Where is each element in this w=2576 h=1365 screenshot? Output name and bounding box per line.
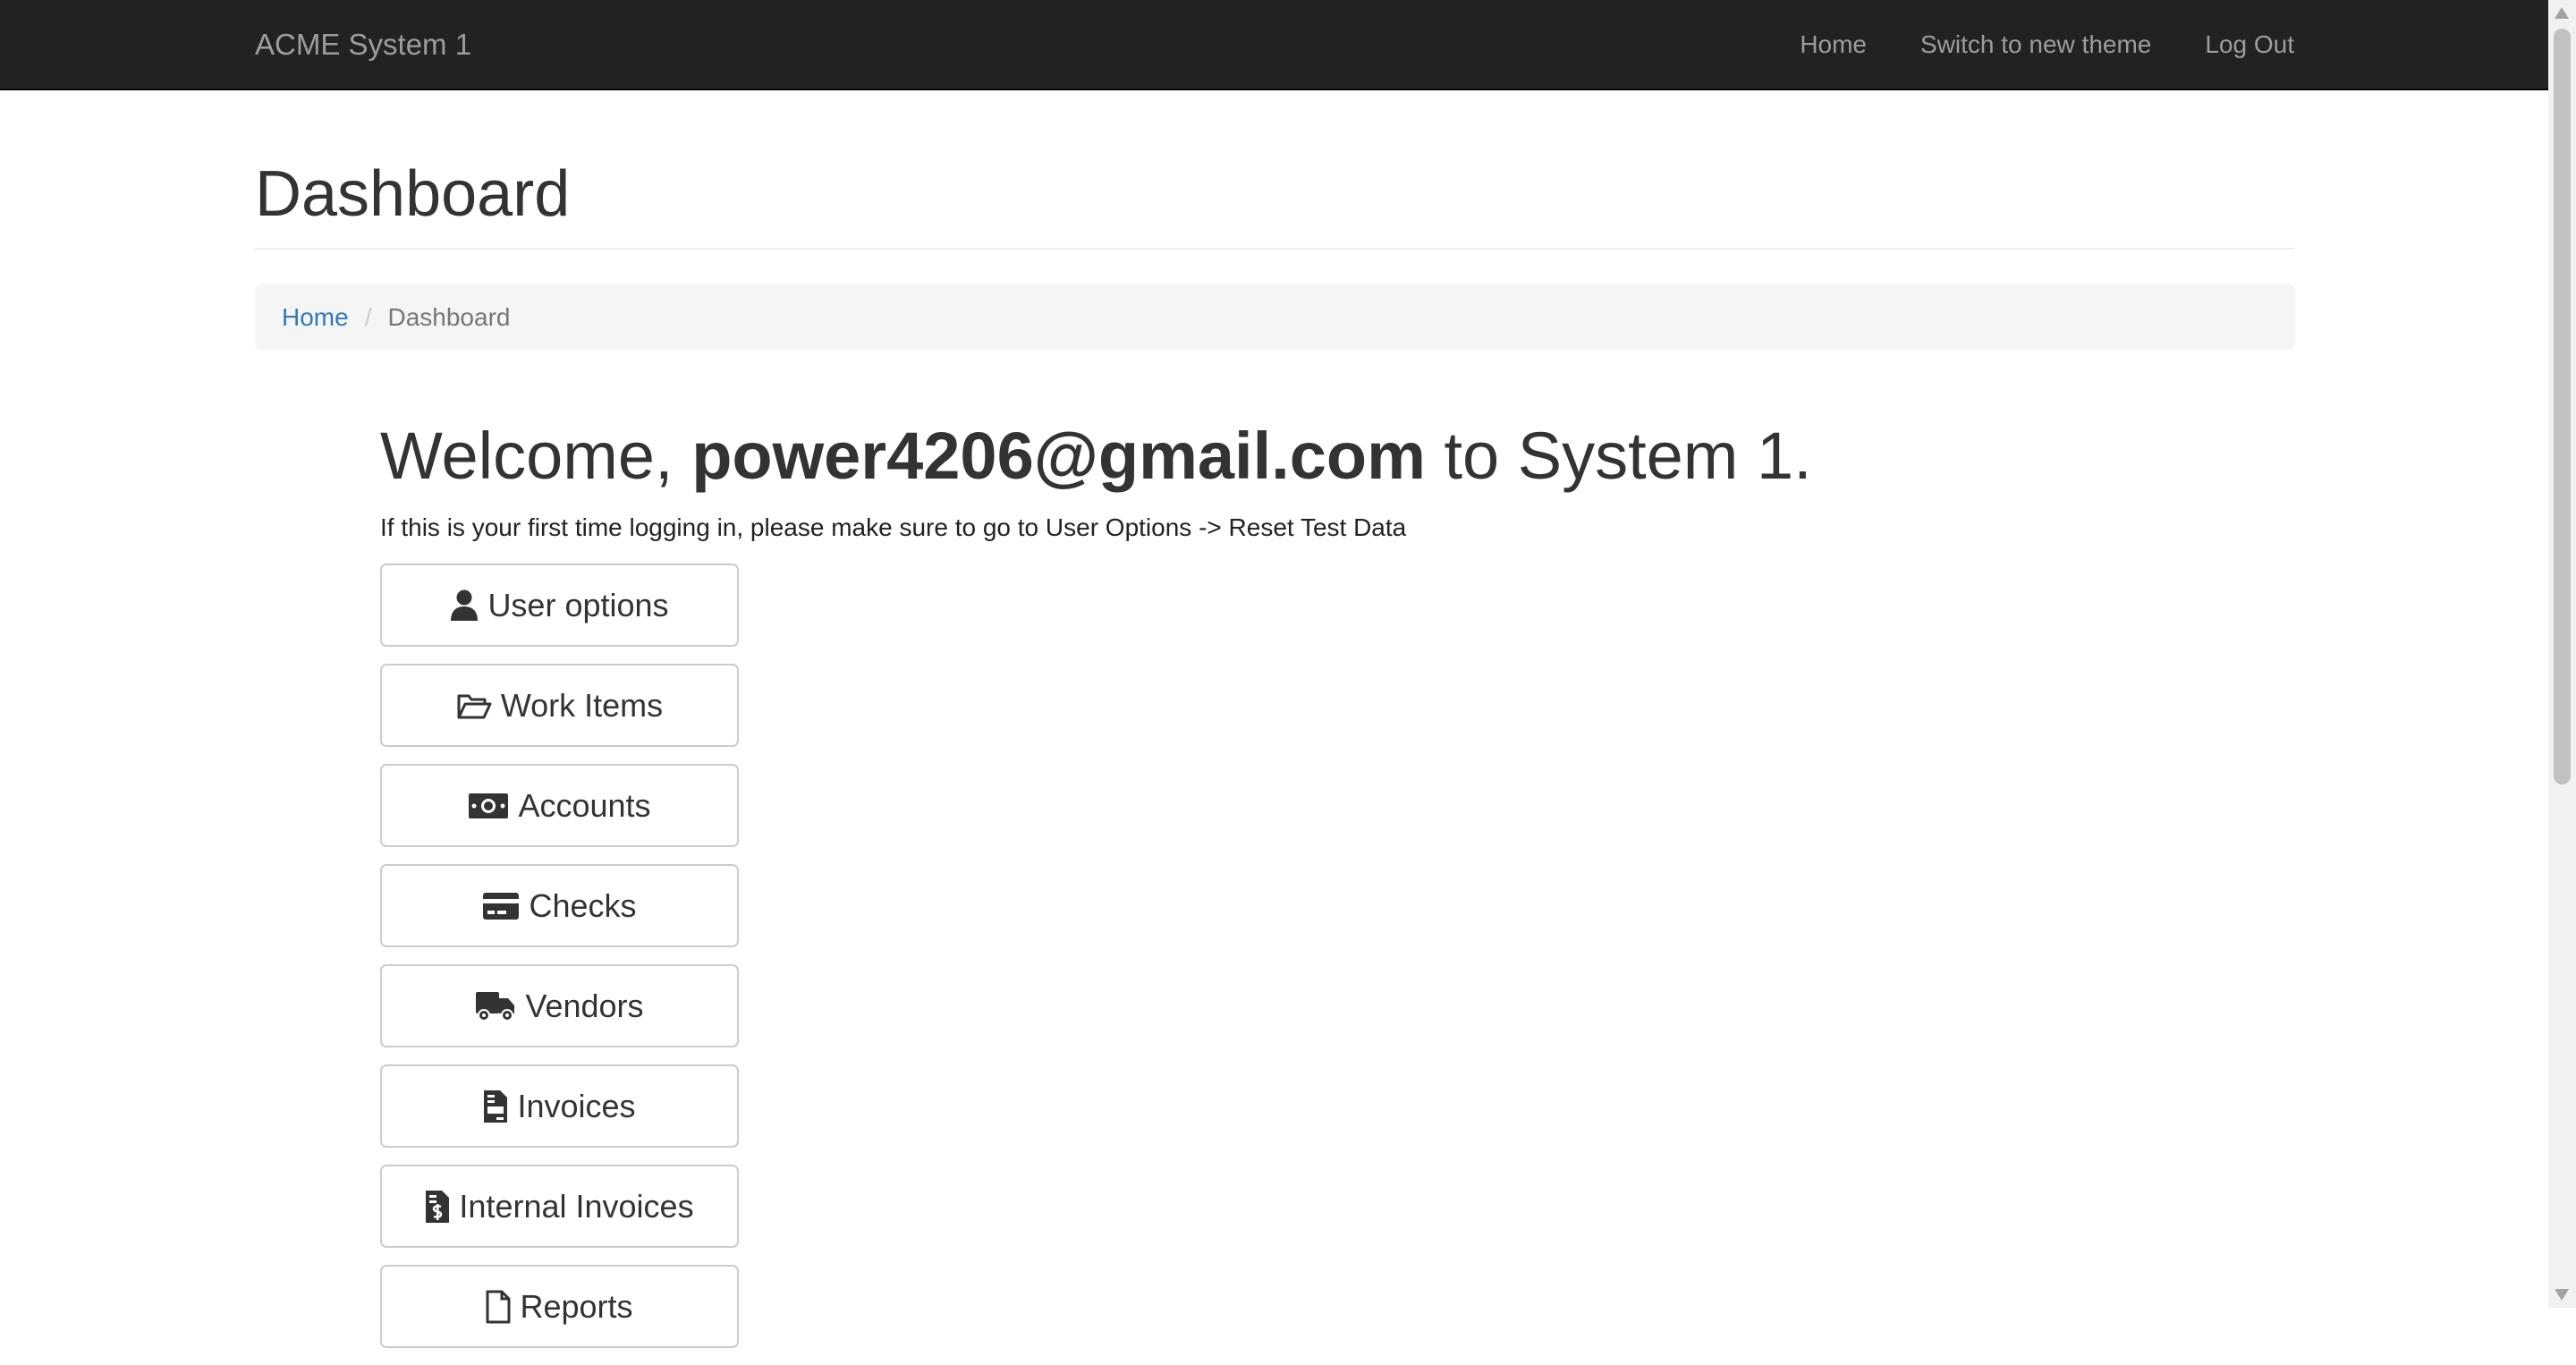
money-bill-icon — [468, 793, 509, 819]
scroll-thumb[interactable] — [2554, 29, 2571, 784]
folder-open-icon — [456, 691, 492, 720]
title-divider — [255, 248, 2295, 250]
internal-invoices-button[interactable]: Internal Invoices — [380, 1165, 739, 1248]
file-invoice-icon — [483, 1089, 508, 1123]
accounts-button[interactable]: Accounts — [380, 764, 739, 847]
scroll-up-arrow-icon[interactable] — [2555, 7, 2569, 19]
welcome-suffix: to System 1. — [1444, 419, 1812, 493]
invoices-button[interactable]: Invoices — [380, 1064, 739, 1148]
top-navbar: ACME System 1 Home Switch to new theme L… — [0, 0, 2548, 90]
vertical-scrollbar[interactable] — [2548, 0, 2576, 1308]
breadcrumb: Home / Dashboard — [255, 284, 2295, 350]
user-options-label: User options — [487, 586, 669, 623]
dashboard-menu: User options Work Items Accounts Checks … — [380, 564, 739, 1365]
user-icon — [450, 589, 479, 622]
accounts-label: Accounts — [518, 786, 651, 824]
nav-logout-link[interactable]: Log Out — [2205, 25, 2294, 64]
checks-label: Checks — [529, 886, 637, 924]
scroll-down-arrow-icon[interactable] — [2555, 1289, 2569, 1301]
file-icon — [486, 1290, 511, 1324]
file-invoice-dollar-icon — [425, 1190, 450, 1224]
nav-switch-theme-link[interactable]: Switch to new theme — [1920, 25, 2151, 64]
welcome-user-email: power4206@gmail.com — [691, 419, 1426, 493]
truck-icon — [475, 990, 516, 1022]
credit-card-icon — [482, 892, 520, 920]
user-options-button[interactable]: User options — [380, 564, 739, 647]
reports-label: Reports — [520, 1287, 633, 1325]
invoices-label: Invoices — [517, 1087, 636, 1124]
welcome-prefix: Welcome, — [380, 419, 674, 493]
work-items-button[interactable]: Work Items — [380, 664, 739, 747]
brand-link[interactable]: ACME System 1 — [255, 25, 471, 64]
reports-button[interactable]: Reports — [380, 1265, 739, 1348]
breadcrumb-separator: / — [364, 302, 372, 331]
work-items-label: Work Items — [500, 686, 664, 724]
first-login-hint: If this is your first time logging in, p… — [380, 513, 1407, 541]
page-title: Dashboard — [255, 158, 571, 230]
welcome-heading: Welcome, power4206@gmail.com to System 1… — [380, 413, 1812, 499]
vendors-button[interactable]: Vendors — [380, 964, 739, 1047]
vendors-label: Vendors — [525, 987, 644, 1024]
checks-button[interactable]: Checks — [380, 864, 739, 947]
internal-invoices-label: Internal Invoices — [459, 1187, 694, 1225]
nav-home-link[interactable]: Home — [1800, 25, 1867, 64]
nav-links: Home Switch to new theme Log Out — [1746, 25, 2294, 64]
breadcrumb-current: Dashboard — [387, 302, 511, 331]
breadcrumb-home-link[interactable]: Home — [282, 303, 349, 332]
